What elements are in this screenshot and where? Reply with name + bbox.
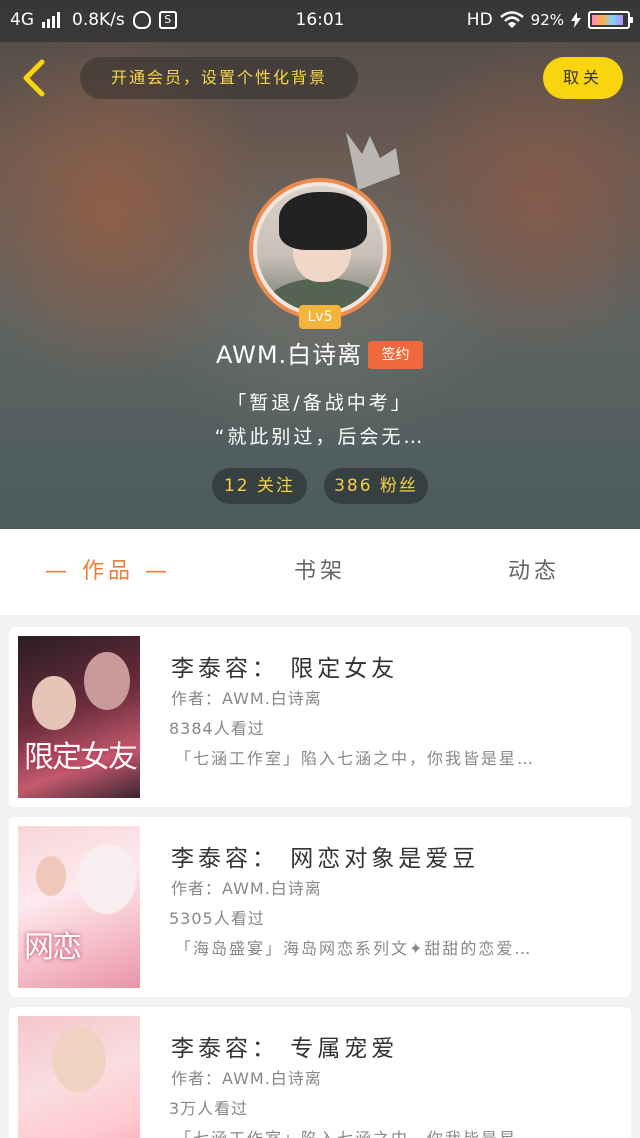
book-author: 作者：AWM.白诗离: [171, 1069, 322, 1088]
tab-moments[interactable]: 动态: [434, 529, 634, 615]
battery-percent: 92%: [530, 11, 564, 29]
book-views: 5305人看过: [169, 909, 265, 928]
wifi-icon: [499, 11, 524, 28]
profile-tabs: — 作品 — 书架 动态: [0, 529, 640, 615]
fans-count[interactable]: 386 粉丝: [324, 468, 428, 504]
book-cover[interactable]: 网恋: [18, 826, 140, 988]
book-cover[interactable]: 专属: [18, 1016, 140, 1138]
book-views: 8384人看过: [169, 719, 265, 738]
back-arrow-icon[interactable]: [18, 58, 54, 98]
book-description: 「七涵工作室」陷入七涵之中，你我皆是星…: [175, 1125, 621, 1138]
tab-works[interactable]: — 作品 —: [8, 529, 208, 615]
book-description: 「七涵工作室」陷入七涵之中，你我皆是星…: [175, 749, 536, 768]
profile-header: 4G 0.8K/s S 16:01 HD 92% 开通会员，设置个性化背景 取关: [0, 0, 640, 529]
bio-line-2: “就此别过，后会无…: [214, 426, 426, 448]
book-author: 作者：AWM.白诗离: [171, 879, 322, 898]
book-views: 3万人看过: [169, 1099, 249, 1118]
tab-bookshelf[interactable]: 书架: [220, 529, 420, 615]
battery-icon: [588, 11, 633, 29]
book-card[interactable]: 网恋 李泰容： 网恋对象是爱豆 作者：AWM.白诗离 5305人看过 「海岛盛宴…: [9, 817, 631, 997]
level-badge: Lv5: [299, 305, 341, 329]
unfollow-button[interactable]: 取关: [543, 57, 623, 99]
hd-indicator: HD: [466, 10, 493, 30]
vip-background-prompt[interactable]: 开通会员，设置个性化背景: [80, 57, 358, 99]
book-author: 作者：AWM.白诗离: [171, 689, 322, 708]
book-description: 「海岛盛宴」海岛网恋系列文✦甜甜的恋爱…: [175, 939, 533, 958]
book-card[interactable]: 限定女友 李泰容： 限定女友 作者：AWM.白诗离 8384人看过 「七涵工作室…: [9, 627, 631, 807]
book-title[interactable]: 李泰容： 限定女友: [171, 649, 398, 683]
charging-icon: [571, 12, 581, 28]
book-title[interactable]: 李泰容： 网恋对象是爱豆: [171, 839, 479, 873]
username: AWM.白诗离: [216, 341, 363, 369]
cover-title: 限定女友: [24, 740, 138, 775]
avatar[interactable]: [249, 178, 391, 320]
signed-badge: 签约: [368, 341, 423, 369]
book-card[interactable]: 专属 李泰容： 专属宠爱 作者：AWM.白诗离 3万人看过 「七涵工作室」陷入七…: [9, 1007, 631, 1138]
book-title[interactable]: 李泰容： 专属宠爱: [171, 1029, 398, 1063]
status-bar: 4G 0.8K/s S 16:01 HD 92%: [0, 0, 640, 42]
bio-line-1: 「暂退/备战中考」: [227, 392, 413, 414]
cover-title: 网恋: [24, 930, 82, 965]
book-cover[interactable]: 限定女友: [18, 636, 140, 798]
following-count[interactable]: 12 关注: [212, 468, 307, 504]
